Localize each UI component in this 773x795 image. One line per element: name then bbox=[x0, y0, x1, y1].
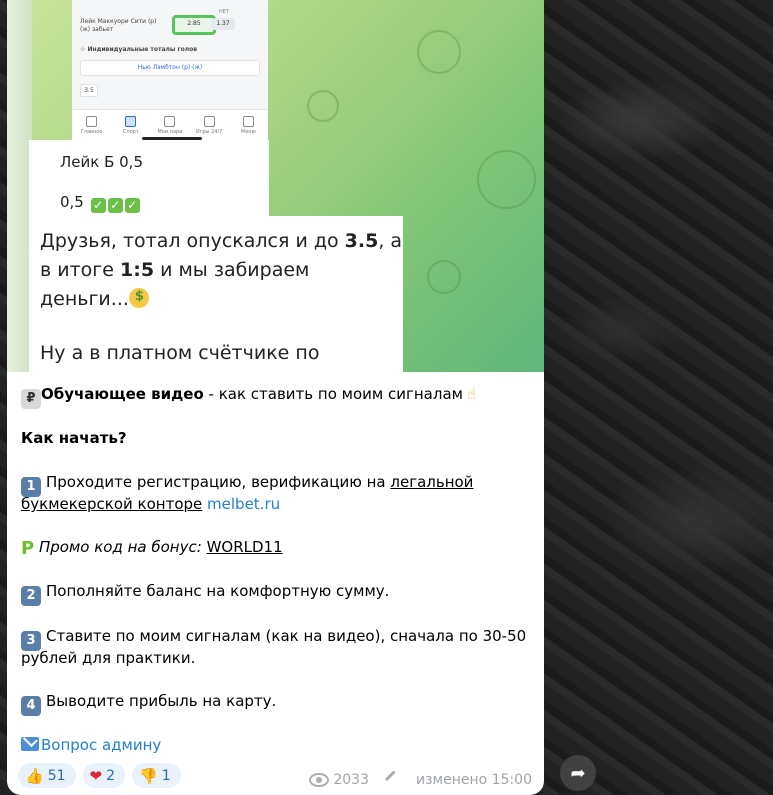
caption-line-1: Друзья, тотал опускался и до 3.5, а bbox=[40, 230, 402, 252]
promo-code[interactable]: WORLD11 bbox=[207, 538, 283, 556]
view-count: 2033 bbox=[333, 772, 369, 788]
tab-home: Главное bbox=[77, 115, 107, 135]
pin-icon bbox=[384, 770, 405, 790]
check-icon: ✓ bbox=[107, 198, 123, 213]
lake-line: Лейк Б 0,5 bbox=[60, 153, 143, 171]
home-icon bbox=[86, 115, 98, 127]
step-2-line: 2 Пополняйте баланс на комфортную сумму. bbox=[21, 581, 389, 606]
menu-icon bbox=[242, 115, 254, 127]
ball-icon bbox=[125, 115, 137, 127]
share-arrow-icon: ➦ bbox=[570, 762, 586, 784]
reactions-bar: 👍 51 ❤ 2 👎 1 bbox=[18, 763, 181, 788]
step-1-line-2: букмекерской конторе melbet.ru bbox=[21, 494, 280, 514]
promo-label: Промо код на бонус: bbox=[39, 538, 202, 556]
tab-label: Игры 24/7 bbox=[196, 128, 223, 135]
doodle-circle bbox=[477, 150, 536, 209]
check-icon: ✓ bbox=[124, 198, 140, 213]
tab-my-bets: Мои пари bbox=[155, 115, 185, 135]
admin-line: Вопрос админу bbox=[21, 735, 161, 755]
money-face-icon bbox=[128, 288, 149, 308]
tab-label: Главное bbox=[80, 128, 103, 135]
caption-text: Друзья, тотал опускался и до bbox=[40, 230, 345, 252]
odd-yes-box: 2.85 bbox=[172, 15, 216, 35]
legal-link[interactable]: легальной bbox=[390, 473, 473, 491]
thumbs-down-icon: 👎 bbox=[139, 766, 158, 785]
tab-label: Меню bbox=[240, 128, 256, 135]
section-title-text: Индивидуальные тоталы голов bbox=[87, 46, 198, 53]
dice-icon bbox=[203, 115, 215, 127]
reaction-count: 51 bbox=[47, 767, 66, 784]
media-caption-card: Друзья, тотал опускался и до 3.5, а в ит… bbox=[29, 216, 403, 372]
odd-no-box: 1.37 bbox=[211, 18, 235, 30]
reaction-thumbs-up[interactable]: 👍 51 bbox=[18, 763, 76, 788]
reaction-heart[interactable]: ❤ 2 bbox=[82, 763, 126, 788]
section-title: ☆ Индивидуальные тоталы голов bbox=[80, 46, 198, 53]
doodle-circle bbox=[417, 30, 461, 74]
pointing-hand-icon: ☝ bbox=[466, 385, 477, 403]
app-tab-bar: Главное Спорт Мои пари Игры 24/7 Меню bbox=[72, 109, 268, 140]
intro-line: ₽ Обучающее видео - как ставить по моим с… bbox=[21, 384, 476, 409]
odd-no-label: НЕТ bbox=[219, 9, 229, 15]
edited-time: изменено 15:00 bbox=[416, 772, 532, 788]
media-text-card: Лейк Б 0,5 0,5 ✓ ✓ ✓ bbox=[29, 140, 269, 216]
caption-bold: 3.5 bbox=[344, 230, 379, 252]
envelope-icon bbox=[21, 737, 39, 751]
message-bubble: Лейк Маккуори Сити (р) (ж) забьет 2.85 Н… bbox=[7, 0, 544, 795]
ruble-icon: ₽ bbox=[21, 389, 41, 409]
step-1-text: Проходите регистрацию, верификацию на bbox=[46, 473, 391, 491]
step-4-text: Выводите прибыль на карту. bbox=[46, 692, 277, 710]
bet-app-screenshot: Лейк Маккуори Сити (р) (ж) забьет 2.85 Н… bbox=[72, 0, 268, 140]
step-2-text: Пополняйте баланс на комфортную сумму. bbox=[46, 582, 390, 600]
keycap-4-icon: 4 bbox=[21, 696, 41, 716]
how-start-heading: Как начать? bbox=[21, 429, 127, 447]
heart-icon: ❤ bbox=[89, 766, 103, 785]
step-3-text: Ставите по моим сигналам (как на видео),… bbox=[46, 627, 527, 645]
caption-text: , а bbox=[378, 230, 403, 252]
caption-text: в итоге bbox=[40, 259, 120, 281]
reaction-count: 1 bbox=[161, 767, 171, 784]
tab-sport: Спорт bbox=[116, 115, 146, 135]
caption-line-3: деньги... bbox=[40, 288, 149, 310]
intro-rest: - как ставить по моим сигналам bbox=[203, 385, 463, 403]
reaction-count: 2 bbox=[106, 767, 116, 784]
doodle-circle bbox=[307, 90, 339, 122]
keycap-2-icon: 2 bbox=[21, 586, 41, 606]
tab-menu: Меню bbox=[233, 115, 263, 135]
result-line: 0,5 ✓ ✓ ✓ bbox=[60, 193, 140, 213]
tab-games: Игры 24/7 bbox=[194, 115, 224, 135]
caption-line-4: Ну а в платном счётчике по bbox=[40, 342, 320, 364]
check-icon: ✓ bbox=[90, 198, 106, 213]
caption-text: деньги... bbox=[40, 288, 129, 310]
message-media-preview[interactable]: Лейк Маккуори Сити (р) (ж) забьет 2.85 Н… bbox=[7, 0, 544, 372]
caption-line-2: в итоге 1:5 и мы забираем bbox=[40, 259, 309, 281]
caption-bold: 1:5 bbox=[120, 259, 155, 281]
tab-label: Мои пари bbox=[157, 128, 183, 135]
tab-label: Спорт bbox=[122, 128, 139, 135]
step-4-line: 4 Выводите прибыль на карту. bbox=[21, 691, 276, 716]
p-icon: P bbox=[21, 538, 35, 559]
share-button[interactable]: ➦ bbox=[560, 755, 596, 791]
melbet-link[interactable]: melbet.ru bbox=[207, 495, 280, 513]
ticket-icon bbox=[164, 115, 176, 127]
eye-icon bbox=[309, 773, 330, 787]
message-meta: 2033 изменено 15:00 bbox=[309, 770, 532, 790]
thumbs-up-icon: 👍 bbox=[25, 766, 44, 785]
total-value: 3.5 bbox=[80, 84, 98, 97]
caption-text: и мы забираем bbox=[154, 259, 310, 281]
reaction-thumbs-down[interactable]: 👎 1 bbox=[132, 763, 181, 788]
intro-bold: Обучающее видео bbox=[41, 385, 204, 403]
promo-line: P Промо код на бонус: WORLD11 bbox=[21, 537, 283, 559]
bookmaker-link[interactable]: букмекерской конторе bbox=[21, 495, 202, 513]
doodle-circle bbox=[427, 260, 461, 294]
result-value: 0,5 bbox=[60, 193, 84, 211]
step-3-line-2: рублей для практики. bbox=[21, 649, 196, 667]
bet-row-label: Лейк Маккуори Сити (р) (ж) забьет bbox=[80, 18, 157, 33]
admin-question-link[interactable]: Вопрос админу bbox=[41, 736, 161, 754]
team-row: Нью Лэмбтон (р) (ж) bbox=[80, 60, 260, 76]
